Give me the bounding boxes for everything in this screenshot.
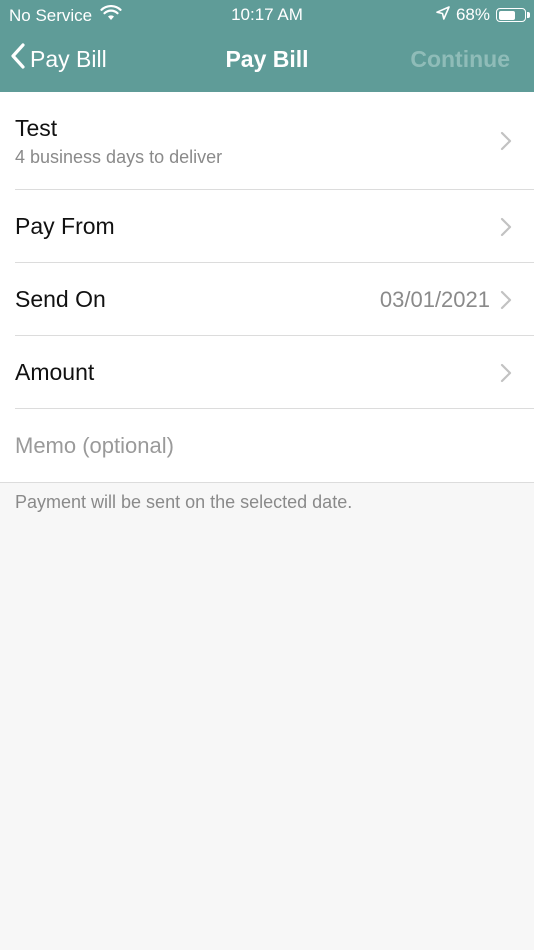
chevron-left-icon: [10, 42, 26, 76]
send-on-label: Send On: [15, 286, 106, 312]
send-on-row[interactable]: Send On 03/01/2021: [0, 263, 534, 336]
memo-input[interactable]: [15, 432, 495, 459]
battery-level: [498, 10, 515, 20]
chevron-right-icon: [500, 131, 512, 151]
status-bar: No Service 10:17 AM 68%: [0, 0, 534, 30]
payment-date-note: Payment will be sent on the selected dat…: [15, 492, 353, 512]
continue-button[interactable]: Continue: [410, 46, 510, 73]
chevron-right-icon: [500, 363, 512, 382]
chevron-right-icon: [500, 217, 512, 236]
send-on-date: 03/01/2021: [379, 286, 490, 312]
delivery-estimate: 4 business days to deliver: [15, 146, 223, 167]
chevron-right-icon: [500, 290, 512, 309]
pay-from-label: Pay From: [15, 213, 115, 239]
amount-label: Amount: [15, 359, 95, 385]
back-button[interactable]: Pay Bill: [10, 42, 107, 76]
pay-bill-form: Test 4 business days to deliver Pay From…: [0, 92, 534, 483]
battery-percent: 68%: [455, 5, 490, 24]
status-right: 68%: [436, 5, 530, 25]
memo-row: [0, 409, 534, 482]
amount-row[interactable]: Amount: [0, 336, 534, 409]
payee-name: Test: [15, 114, 58, 141]
location-icon: [436, 5, 450, 25]
back-button-label: Pay Bill: [30, 45, 107, 72]
pay-from-row[interactable]: Pay From: [0, 190, 534, 263]
payee-row[interactable]: Test 4 business days to deliver: [0, 92, 534, 190]
app-header: No Service 10:17 AM 68% Pay Bill Pay Bil…: [0, 0, 534, 92]
navigation-bar: Pay Bill Pay Bill Continue: [0, 36, 534, 84]
battery-icon: [496, 8, 530, 22]
